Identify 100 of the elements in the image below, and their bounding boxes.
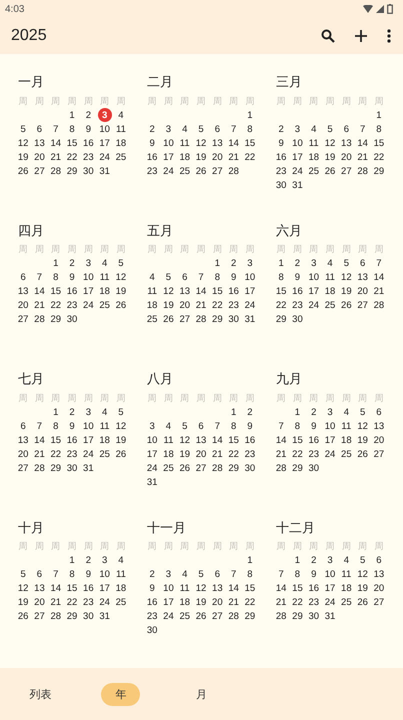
day-number[interactable]: 14 (276, 434, 286, 446)
day-number[interactable]: 7 (278, 420, 284, 432)
day-number[interactable]: 25 (179, 611, 190, 622)
day-number[interactable]: 1 (294, 555, 300, 566)
day-number[interactable]: 24 (83, 300, 94, 311)
day-number[interactable]: 19 (18, 597, 28, 608)
month-title[interactable]: 五月 (147, 222, 173, 240)
day-number[interactable]: 6 (36, 569, 42, 580)
day-number[interactable]: 28 (50, 611, 62, 622)
day-number[interactable]: 27 (34, 166, 45, 176)
day-number[interactable]: 26 (341, 300, 352, 311)
day-number[interactable]: 23 (244, 448, 256, 460)
day-number[interactable]: 23 (308, 448, 320, 460)
day-number[interactable]: 15 (50, 286, 62, 297)
day-number[interactable]: 23 (276, 166, 286, 176)
day-number[interactable]: 26 (324, 166, 336, 176)
day-number[interactable]: 18 (99, 434, 110, 446)
day-number[interactable]: 8 (247, 569, 253, 580)
day-number[interactable]: 30 (244, 462, 256, 474)
day-number[interactable]: 31 (83, 462, 94, 474)
day-number[interactable]: 12 (357, 420, 368, 432)
day-number[interactable]: 30 (276, 180, 286, 190)
day-number[interactable]: 12 (341, 272, 352, 283)
day-number[interactable]: 10 (83, 272, 94, 283)
day-number[interactable]: 17 (99, 583, 110, 594)
day-number[interactable]: 9 (230, 272, 236, 283)
day-number[interactable]: 31 (324, 611, 336, 622)
day-number[interactable]: 10 (163, 583, 174, 594)
month-title[interactable]: 六月 (276, 222, 302, 240)
day-number[interactable]: 13 (34, 138, 45, 148)
day-number[interactable]: 13 (357, 272, 368, 283)
day-number[interactable]: 10 (146, 434, 158, 446)
day-number[interactable]: 9 (150, 583, 155, 594)
day-number[interactable]: 7 (278, 569, 284, 580)
day-number[interactable]: 7 (214, 420, 220, 432)
day-number[interactable]: 7 (53, 124, 58, 134)
day-number[interactable]: 8 (53, 272, 58, 283)
day-number[interactable]: 18 (99, 286, 110, 297)
day-number[interactable]: 12 (163, 286, 174, 297)
day-number[interactable]: 17 (163, 152, 174, 162)
day-number[interactable]: 24 (324, 597, 336, 608)
day-number[interactable]: 4 (182, 124, 188, 134)
day-number[interactable]: 3 (86, 406, 91, 418)
day-number[interactable]: 11 (341, 569, 352, 580)
day-number[interactable]: 30 (292, 314, 303, 325)
day-number[interactable]: 21 (196, 300, 206, 311)
day-number[interactable]: 23 (83, 152, 94, 162)
day-number[interactable]: 16 (308, 434, 320, 446)
day-number[interactable]: 17 (146, 448, 158, 460)
day-number[interactable]: 29 (244, 611, 256, 622)
day-number[interactable]: 29 (292, 611, 303, 622)
day-number[interactable]: 30 (228, 314, 239, 325)
day-number[interactable]: 9 (311, 569, 316, 580)
day-number[interactable]: 13 (374, 569, 384, 580)
day-number[interactable]: 14 (196, 286, 206, 297)
day-number[interactable]: 22 (244, 152, 256, 162)
day-number[interactable]: 13 (196, 434, 206, 446)
day-number[interactable]: 29 (66, 611, 78, 622)
day-number[interactable]: 2 (150, 569, 155, 580)
day-number[interactable]: 27 (179, 314, 190, 325)
day-number[interactable]: 13 (34, 583, 45, 594)
day-number[interactable]: 10 (83, 420, 94, 432)
day-number[interactable]: 18 (163, 448, 174, 460)
day-number[interactable]: 21 (50, 597, 62, 608)
day-number[interactable]: 7 (36, 272, 42, 283)
day-number[interactable]: 23 (66, 448, 78, 460)
day-number[interactable]: 11 (325, 272, 335, 283)
day-number[interactable]: 22 (292, 448, 303, 460)
day-number[interactable]: 10 (99, 124, 110, 134)
day-number[interactable]: 19 (357, 434, 368, 446)
day-number[interactable]: 5 (118, 258, 124, 269)
day-number[interactable]: 9 (69, 420, 75, 432)
day-number[interactable]: 20 (196, 448, 206, 460)
day-number[interactable]: 27 (212, 611, 223, 622)
day-number[interactable]: 2 (86, 110, 91, 120)
day-number[interactable]: 24 (163, 611, 174, 622)
day-number[interactable]: 25 (341, 597, 352, 608)
day-number[interactable]: 27 (374, 597, 384, 608)
day-number[interactable]: 14 (34, 286, 45, 297)
day-number[interactable]: 3 (311, 258, 316, 269)
day-number[interactable]: 20 (374, 583, 384, 594)
day-number[interactable]: 18 (341, 583, 352, 594)
day-number[interactable]: 6 (214, 569, 220, 580)
day-number[interactable]: 29 (50, 314, 62, 325)
day-number[interactable]: 14 (50, 583, 62, 594)
day-number[interactable]: 4 (166, 420, 172, 432)
day-number[interactable]: 11 (180, 138, 190, 148)
day-number[interactable]: 9 (150, 138, 155, 148)
day-number[interactable]: 5 (198, 569, 204, 580)
day-number[interactable]: 12 (357, 569, 368, 580)
day-number[interactable]: 23 (83, 597, 94, 608)
day-number[interactable]: 4 (118, 555, 124, 566)
day-number[interactable]: 1 (247, 555, 253, 566)
day-number[interactable]: 6 (20, 272, 26, 283)
day-number[interactable]: 9 (294, 272, 300, 283)
day-number[interactable]: 5 (20, 124, 26, 134)
day-number[interactable]: 12 (179, 434, 190, 446)
day-number[interactable]: 1 (69, 555, 75, 566)
day-number[interactable]: 24 (163, 166, 174, 176)
day-number[interactable]: 15 (276, 286, 286, 297)
